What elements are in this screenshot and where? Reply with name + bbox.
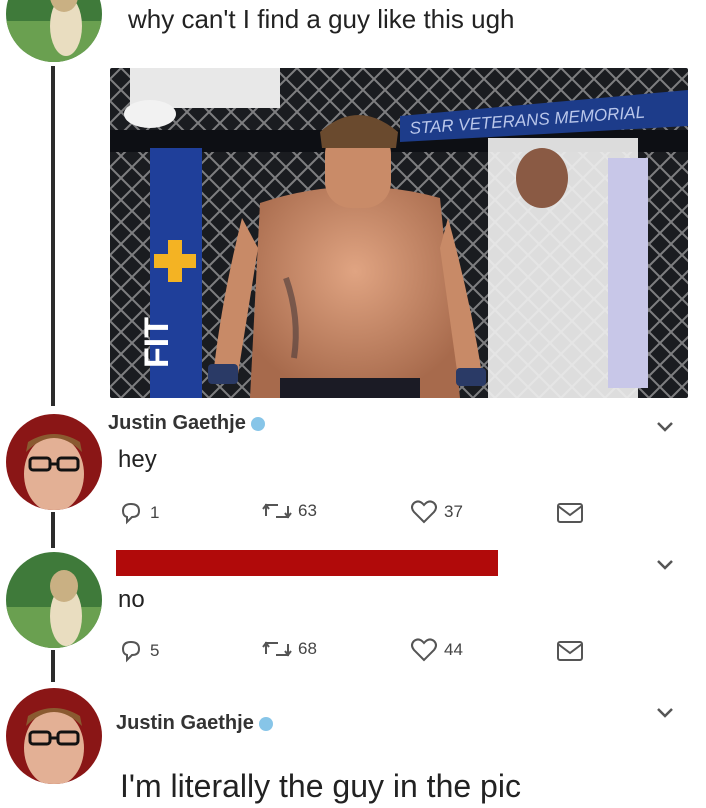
like-count: 44: [444, 640, 463, 659]
chevron-down-icon[interactable]: [655, 706, 675, 720]
avatar-justin-gaethje[interactable]: [6, 688, 102, 784]
retweet-icon: [262, 641, 292, 657]
reply-button[interactable]: 1: [118, 500, 159, 526]
side-logo: FIT: [138, 317, 176, 368]
tweet-text: why can't I find a guy like this ugh: [128, 4, 515, 34]
avatar-woman[interactable]: [6, 0, 102, 62]
author-name-text: Justin Gaethje: [108, 412, 246, 434]
message-icon[interactable]: [556, 501, 584, 525]
retweet-count: 63: [298, 501, 317, 520]
reply-count: 1: [150, 503, 160, 522]
author-name[interactable]: Justin Gaethje: [108, 412, 265, 435]
redacted-username: [116, 550, 498, 576]
tweet-text: hey: [118, 446, 157, 473]
thread-line: [51, 650, 55, 682]
tweet-photo[interactable]: STAR VETERANS MEMORIAL FIT: [110, 68, 688, 398]
reply-icon: [121, 502, 141, 525]
message-icon[interactable]: [556, 639, 584, 663]
author-name[interactable]: Justin Gaethje: [116, 712, 273, 735]
thread-line: [51, 512, 55, 548]
retweet-count: 68: [298, 639, 317, 658]
avatar-woman[interactable]: [6, 552, 102, 648]
heart-icon: [411, 500, 437, 524]
chevron-down-icon[interactable]: [655, 558, 675, 572]
avatar-justin-gaethje[interactable]: [6, 414, 102, 510]
like-button[interactable]: 37: [410, 500, 463, 524]
heart-icon: [411, 638, 437, 662]
reply-count: 5: [150, 641, 160, 660]
chevron-down-icon[interactable]: [655, 420, 675, 434]
thread-line: [51, 66, 55, 406]
like-count: 37: [444, 502, 463, 521]
retweet-icon: [262, 503, 292, 519]
retweet-button[interactable]: 63: [262, 500, 317, 522]
reply-button[interactable]: 5: [118, 638, 159, 664]
verified-icon: [250, 416, 265, 431]
tweet-text: I'm literally the guy in the pic: [120, 768, 521, 804]
like-button[interactable]: 44: [410, 638, 463, 662]
author-name-text: Justin Gaethje: [116, 712, 254, 734]
reply-icon: [121, 640, 141, 663]
tweet-text: no: [118, 586, 145, 613]
verified-icon: [258, 716, 273, 731]
retweet-button[interactable]: 68: [262, 638, 317, 660]
